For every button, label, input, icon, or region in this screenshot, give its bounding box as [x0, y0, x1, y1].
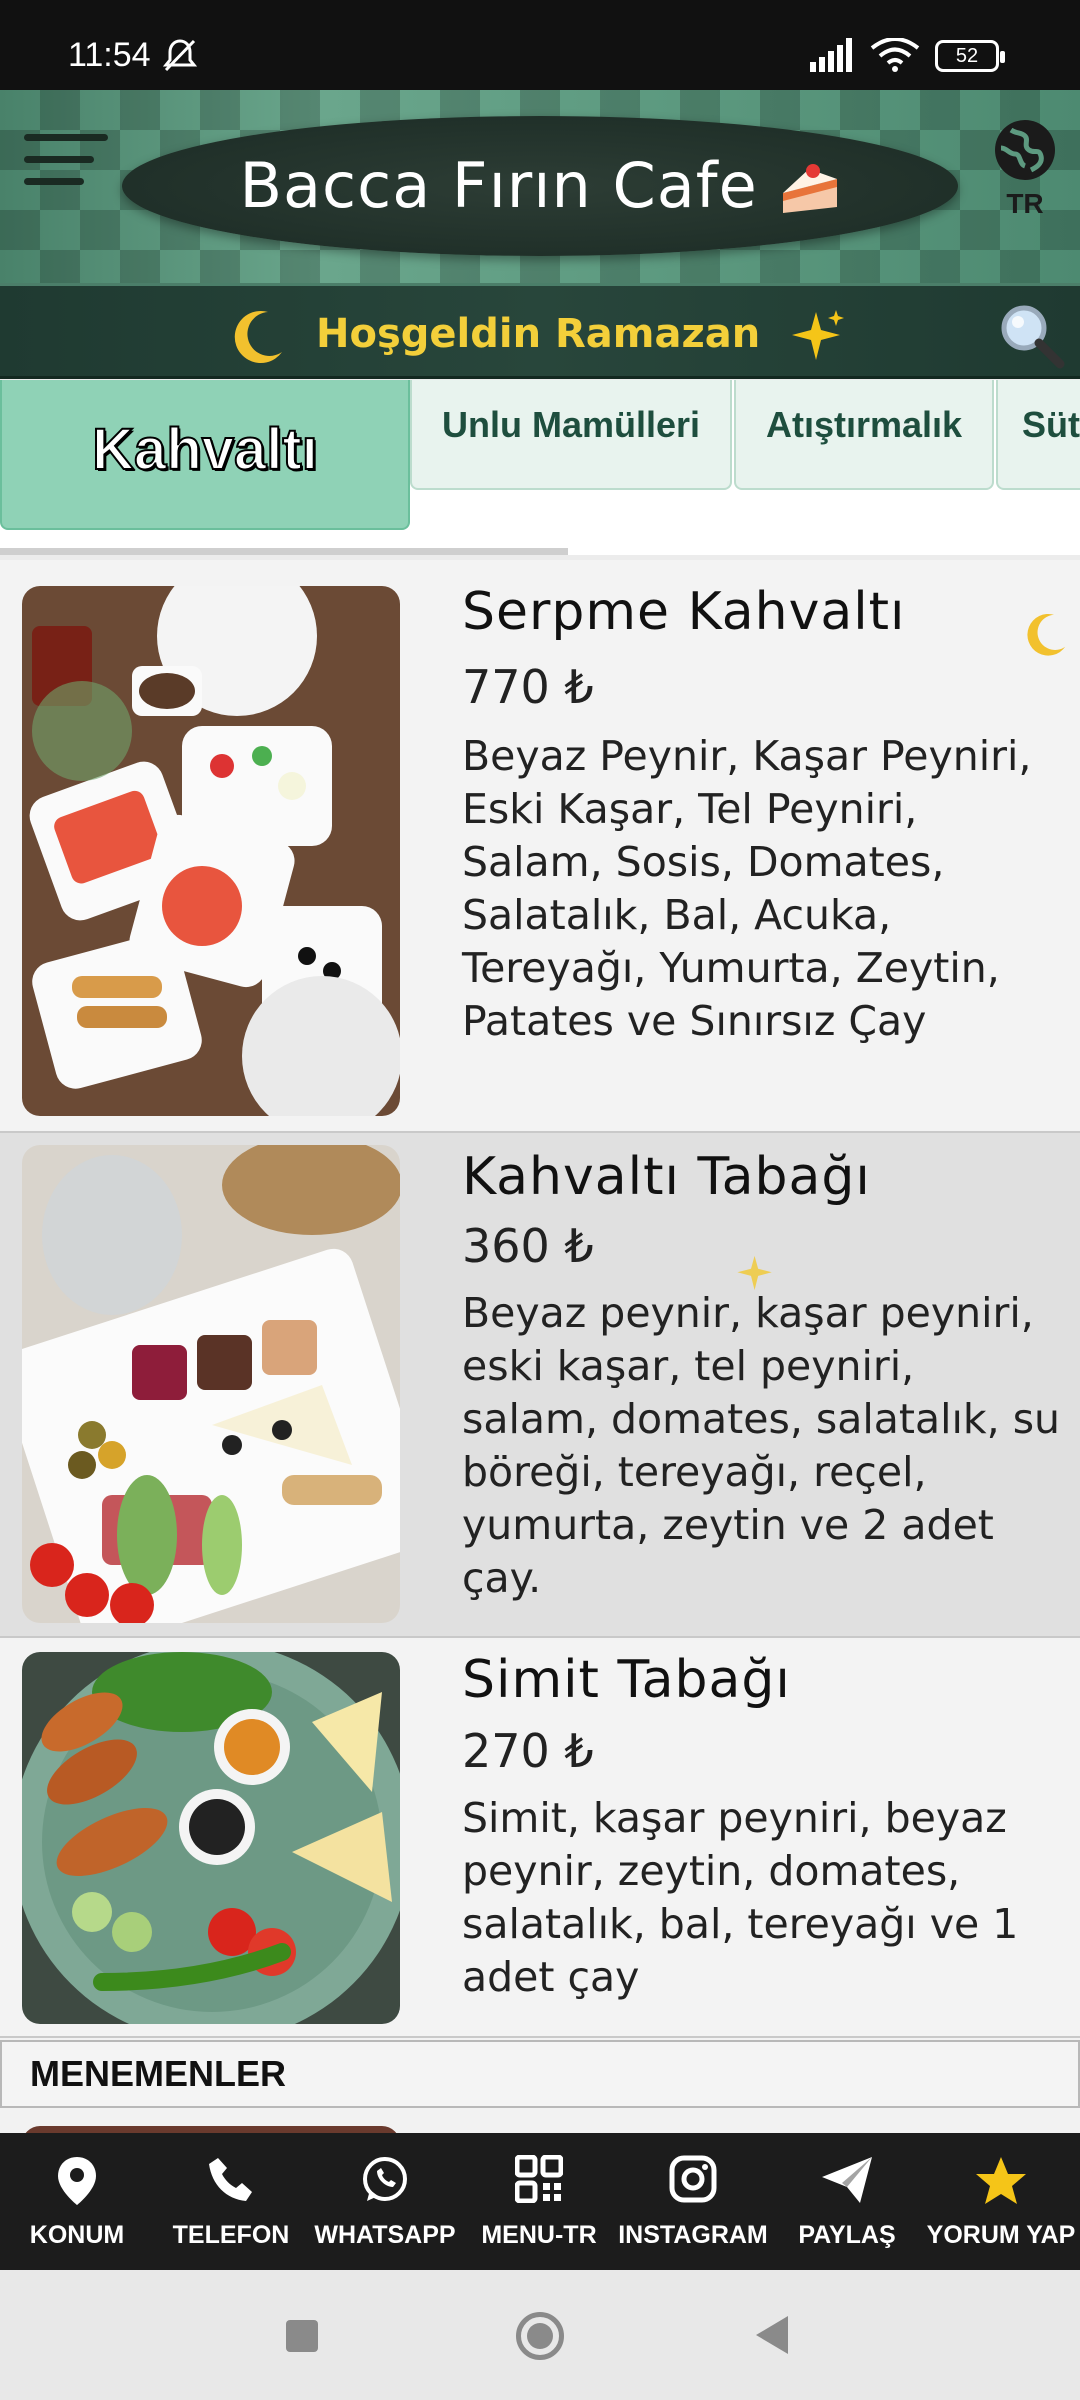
- food-photo: [22, 1145, 400, 1623]
- nav-label: PAYLAŞ: [798, 2221, 896, 2249]
- nav-whatsapp[interactable]: WHATSAPP: [308, 2133, 462, 2270]
- hamburger-menu-icon[interactable]: [24, 120, 108, 200]
- app-title: Bacca Fırın Cafe: [122, 116, 958, 256]
- item-description: Beyaz peynir, kaşar peyniri, eski kaşar,…: [462, 1289, 1061, 1602]
- item-name: Kahvaltı Tabağı: [462, 1147, 871, 1207]
- nav-label: YORUM YAP: [926, 2221, 1076, 2249]
- menu-item[interactable]: Serpme Kahvaltı 770 ₺ Beyaz Peynir, Kaşa…: [0, 560, 1080, 1133]
- battery-indicator: 52: [935, 40, 1005, 72]
- menu-item[interactable]: Simit Tabağı 270 ₺ Simit, kaşar peyniri,…: [0, 1638, 1080, 2038]
- app-title-text: Bacca Fırın Cafe: [239, 149, 758, 222]
- sparkles-icon: [736, 1253, 776, 1297]
- tab-unlu-mamulleri[interactable]: Unlu Mamülleri: [410, 380, 732, 490]
- banner-text: Hoşgeldin Ramazan: [316, 311, 761, 357]
- bell-muted-icon: [160, 38, 200, 78]
- instagram-icon: [669, 2155, 717, 2203]
- nav-label: TELEFON: [172, 2221, 290, 2249]
- ramadan-banner: Hoşgeldin Ramazan: [0, 283, 1080, 379]
- nav-label: MENU-TR: [481, 2221, 597, 2249]
- nav-yorum-yap[interactable]: YORUM YAP: [924, 2133, 1078, 2270]
- nav-label: WHATSAPP: [314, 2221, 456, 2249]
- share-icon: [822, 2157, 872, 2203]
- title-pill: Bacca Fırın Cafe: [122, 116, 958, 256]
- nav-label: KONUM: [29, 2221, 125, 2249]
- menu-item[interactable]: Kahvaltı Tabağı 360 ₺ Beyaz peynir, kaşa…: [0, 1133, 1080, 1638]
- category-tabs: Kahvaltı Unlu Mamülleri Atıştırmalık Süt: [0, 380, 1080, 555]
- back-triangle-icon: [756, 2316, 788, 2354]
- nav-konum[interactable]: KONUM: [0, 2133, 154, 2270]
- globe-icon: [993, 120, 1057, 186]
- status-bar: 11:54 52: [0, 0, 1080, 90]
- item-name: Serpme Kahvaltı: [462, 582, 906, 642]
- back-button[interactable]: [754, 2314, 790, 2360]
- nav-telefon[interactable]: TELEFON: [154, 2133, 308, 2270]
- system-navigation-bar: [0, 2270, 1080, 2400]
- food-photo: [22, 2126, 400, 2133]
- nav-label: INSTAGRAM: [618, 2221, 768, 2249]
- app-header: Bacca Fırın Cafe TR: [0, 90, 1080, 285]
- bottom-navigation: KONUM TELEFON WHATSAPP MENU-TR INSTAGRAM…: [0, 2133, 1080, 2270]
- food-photo: [22, 586, 400, 1116]
- star-icon: [976, 2157, 1026, 2204]
- language-code: TR: [1006, 188, 1044, 219]
- menu-list[interactable]: Serpme Kahvaltı 770 ₺ Beyaz Peynir, Kaşa…: [0, 560, 1080, 2133]
- language-switch[interactable]: TR: [990, 118, 1060, 220]
- tab-kahvalti[interactable]: Kahvaltı: [0, 380, 410, 530]
- cake-icon: [779, 149, 841, 222]
- crescent-moon-icon: [228, 306, 288, 370]
- phone-icon: [209, 2158, 252, 2201]
- wifi-icon: [870, 37, 920, 76]
- app-screen: 11:54 52 Bacca Fırın Cafe TR Hoşgeldin R…: [0, 0, 1080, 2400]
- location-pin-icon: [58, 2157, 96, 2205]
- nav-menu-tr[interactable]: MENU-TR: [462, 2133, 616, 2270]
- nav-paylas[interactable]: PAYLAŞ: [770, 2133, 924, 2270]
- search-icon[interactable]: [996, 300, 1066, 374]
- signal-icon: [810, 38, 860, 76]
- qr-code-icon: [515, 2155, 563, 2203]
- tab-sut[interactable]: Süt: [996, 380, 1080, 490]
- tab-scroll-indicator: [0, 548, 568, 555]
- item-description: Simit, kaşar peyniri, beyaz peynir, zeyt…: [462, 1794, 1019, 2001]
- nav-instagram[interactable]: INSTAGRAM: [616, 2133, 770, 2270]
- recents-button[interactable]: [286, 2320, 318, 2352]
- status-time: 11:54: [68, 36, 151, 74]
- item-name: Simit Tabağı: [462, 1650, 791, 1710]
- item-description: Beyaz Peynir, Kaşar Peyniri, Eski Kaşar,…: [462, 732, 1032, 1045]
- food-photo: [22, 1652, 400, 2024]
- item-price: 360 ₺: [462, 1219, 594, 1273]
- whatsapp-icon: [363, 2157, 407, 2201]
- item-price: 770 ₺: [462, 660, 594, 714]
- section-heading: MENEMENLER: [0, 2040, 1080, 2108]
- tab-atistirmalik[interactable]: Atıştırmalık: [734, 380, 994, 490]
- item-price: 270 ₺: [462, 1724, 594, 1778]
- sparkles-icon: [790, 308, 846, 368]
- crescent-moon-icon: [1022, 610, 1070, 662]
- home-button[interactable]: [516, 2312, 564, 2360]
